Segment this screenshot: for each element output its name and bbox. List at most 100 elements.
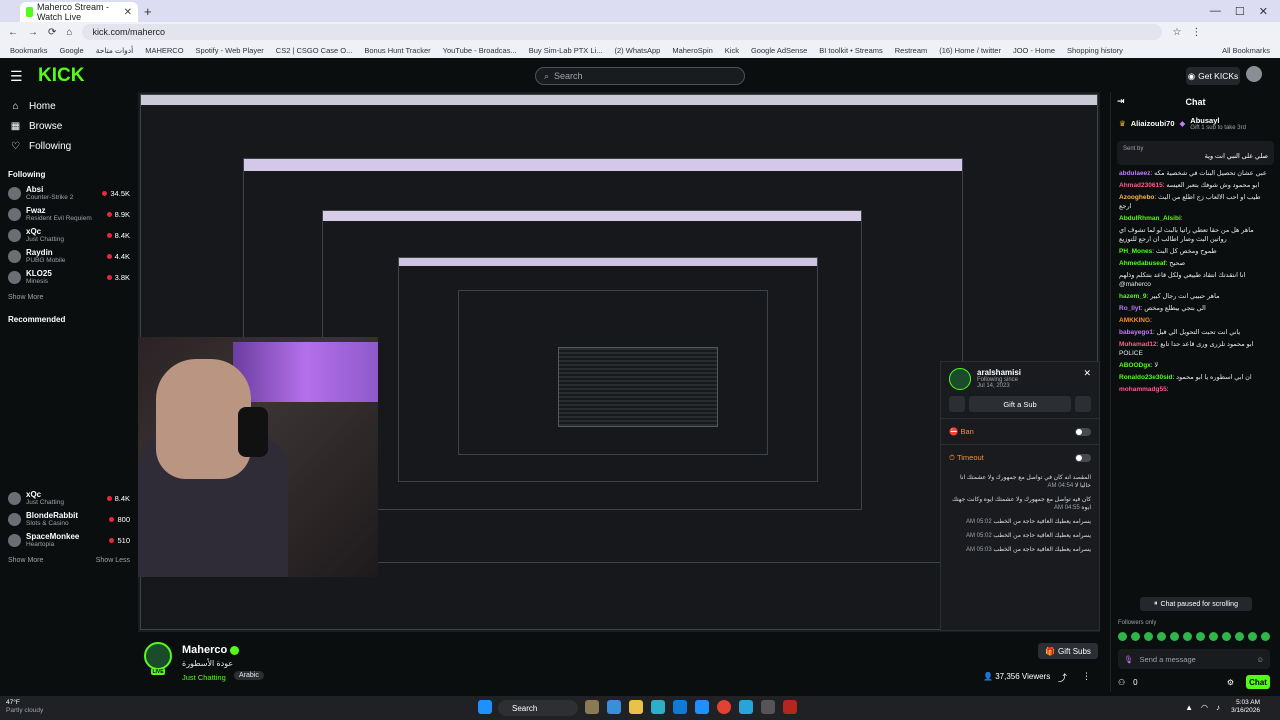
- app-icon[interactable]: [695, 700, 709, 714]
- gifter-name[interactable]: Aliaizoubi70: [1131, 119, 1175, 128]
- app-icon[interactable]: [585, 700, 599, 714]
- reload-icon[interactable]: ⟳: [48, 27, 56, 38]
- gift-subs-button[interactable]: 🎁 Gift Subs: [1038, 643, 1098, 659]
- sidebar-channel[interactable]: Absi Counter-Strike 2 34.5K: [0, 183, 138, 204]
- bookmark-item[interactable]: JOO - Home: [1013, 46, 1055, 55]
- close-icon[interactable]: ✕: [1083, 368, 1091, 390]
- app-icon[interactable]: [783, 700, 797, 714]
- app-icon[interactable]: [651, 700, 665, 714]
- bookmark-item[interactable]: Google: [60, 46, 84, 55]
- sidebar-item-home[interactable]: ⌂ Home: [0, 96, 138, 116]
- kick-logo[interactable]: KICK: [38, 65, 84, 87]
- emote-icon[interactable]: [1157, 632, 1166, 641]
- sidebar-channel[interactable]: KLO25 Minesis 3.8K: [0, 267, 138, 288]
- forward-icon[interactable]: →: [28, 27, 38, 38]
- emote-icon[interactable]: [1131, 632, 1140, 641]
- search-input[interactable]: ⌕ Search: [535, 67, 745, 85]
- bookmark-item[interactable]: (2) WhatsApp: [614, 46, 660, 55]
- hamburger-menu-icon[interactable]: ☰: [10, 68, 24, 85]
- emote-icon[interactable]: [1209, 632, 1218, 641]
- sidebar-channel[interactable]: xQc Just Chatting 8.4K: [0, 488, 138, 509]
- collapse-chat-icon[interactable]: ⇥: [1117, 96, 1125, 107]
- mod-actions-icon[interactable]: [1075, 396, 1091, 412]
- sidebar-channel[interactable]: Fwaz Resident Evil Requiem 8.9K: [0, 204, 138, 225]
- sidebar-channel[interactable]: xQc Just Chatting 8.4K: [0, 225, 138, 246]
- chat-username[interactable]: Ro_llyt: [1119, 305, 1141, 312]
- emote-icon[interactable]: [1170, 632, 1179, 641]
- app-icon[interactable]: [761, 700, 775, 714]
- app-icon[interactable]: [739, 700, 753, 714]
- chat-username[interactable]: AMKKING: [1119, 317, 1150, 324]
- emote-icon[interactable]: [1183, 632, 1192, 641]
- app-icon[interactable]: [607, 700, 621, 714]
- streamer-avatar[interactable]: [144, 642, 172, 670]
- bookmark-item[interactable]: (16) Home / twitter: [939, 46, 1001, 55]
- extensions-icon[interactable]: ⋮: [1191, 27, 1201, 38]
- all-bookmarks[interactable]: All Bookmarks: [1222, 46, 1270, 55]
- emote-icon[interactable]: [1118, 632, 1127, 641]
- wifi-icon[interactable]: ◠: [1201, 703, 1208, 712]
- taskbar-search[interactable]: Search: [498, 700, 578, 716]
- emote-icon[interactable]: [1235, 632, 1244, 641]
- chat-message-input[interactable]: 🎙 Send a message ☺: [1118, 649, 1270, 669]
- sidebar-channel[interactable]: Raydin PUBG Mobile 4.4K: [0, 246, 138, 267]
- more-options-icon[interactable]: ⋮: [1082, 671, 1091, 682]
- tray-icon[interactable]: ▲: [1185, 703, 1193, 712]
- bookmark-item[interactable]: Restream: [895, 46, 928, 55]
- chat-username[interactable]: hazem_9: [1119, 293, 1146, 300]
- get-kicks-button[interactable]: ◉ Get KICKs: [1186, 67, 1240, 85]
- settings-icon[interactable]: ⚙: [1227, 678, 1234, 687]
- home-icon[interactable]: ⌂: [66, 27, 72, 38]
- chat-paused-banner[interactable]: ⏸ Chat paused for scrolling: [1140, 597, 1252, 611]
- show-more-link[interactable]: Show More: [8, 557, 43, 564]
- emote-icon[interactable]: [1222, 632, 1231, 641]
- weather-widget[interactable]: 47°F Partly cloudy: [6, 699, 43, 715]
- bookmark-item[interactable]: MAHERCO: [145, 46, 183, 55]
- gifter-name[interactable]: Abusayl: [1190, 116, 1246, 125]
- show-less-link[interactable]: Show Less: [96, 557, 130, 564]
- mic-icon[interactable]: 🎙: [1124, 655, 1134, 664]
- bookmark-item[interactable]: CS2 | CSGO Case O...: [276, 46, 353, 55]
- gift-sub-button[interactable]: Gift a Sub: [969, 396, 1071, 412]
- timeout-toggle[interactable]: [1075, 453, 1091, 462]
- chat-username[interactable]: Ronaldo23e30sid: [1119, 374, 1172, 381]
- ban-toggle[interactable]: [1075, 427, 1091, 436]
- bookmark-item[interactable]: Google AdSense: [751, 46, 807, 55]
- browser-tab[interactable]: Maherco Stream - Watch Live ✕: [20, 2, 138, 22]
- chat-username[interactable]: abdulaeez: [1119, 170, 1150, 177]
- chat-username[interactable]: PH_Mones: [1119, 248, 1152, 255]
- streamer-name[interactable]: Maherco: [182, 644, 240, 656]
- close-window-icon[interactable]: ✕: [1259, 5, 1268, 18]
- bookmark-item[interactable]: Bonus Hunt Tracker: [364, 46, 430, 55]
- bookmark-item[interactable]: Kick: [725, 46, 739, 55]
- maximize-icon[interactable]: ☐: [1235, 5, 1245, 18]
- emote-icon[interactable]: [1144, 632, 1153, 641]
- chrome-icon[interactable]: [717, 700, 731, 714]
- emote-icon[interactable]: [1248, 632, 1257, 641]
- app-icon[interactable]: [673, 700, 687, 714]
- back-icon[interactable]: ←: [8, 27, 18, 38]
- chat-username[interactable]: Ahmedabuseaf: [1119, 260, 1166, 267]
- emoji-icon[interactable]: ☺: [1256, 655, 1264, 664]
- sidebar-item-browse[interactable]: ▦ Browse: [0, 116, 138, 136]
- bookmark-item[interactable]: أدوات متاحة: [96, 46, 134, 55]
- url-field[interactable]: kick.com/maherco: [82, 24, 1163, 40]
- language-tag[interactable]: Arabic: [234, 671, 264, 680]
- share-icon[interactable]: ⤴: [1058, 671, 1067, 684]
- close-tab-icon[interactable]: ✕: [124, 7, 132, 18]
- chat-username[interactable]: mohammadg55: [1119, 386, 1167, 393]
- show-more-link[interactable]: Show More: [8, 294, 43, 301]
- emote-icon[interactable]: [1196, 632, 1205, 641]
- chat-username[interactable]: babayego1: [1119, 329, 1153, 336]
- new-tab-button[interactable]: +: [144, 4, 152, 19]
- chat-username[interactable]: Azooghebo: [1119, 194, 1154, 201]
- bookmark-item[interactable]: Buy Sim-Lab PTX Li...: [529, 46, 603, 55]
- kicks-balance-icon[interactable]: ⚇: [1118, 678, 1125, 687]
- chat-username[interactable]: AbdulRhman_Alsibi: [1119, 215, 1181, 222]
- send-chat-button[interactable]: Chat: [1246, 675, 1270, 689]
- sidebar-channel[interactable]: BlondeRabbit Slots & Casino 800: [0, 509, 138, 530]
- sidebar-item-following[interactable]: ♡ Following: [0, 136, 138, 156]
- taskbar-clock[interactable]: 5:03 AM 3/16/2026: [1231, 699, 1260, 715]
- app-icon[interactable]: [629, 700, 643, 714]
- follow-icon[interactable]: [949, 396, 965, 412]
